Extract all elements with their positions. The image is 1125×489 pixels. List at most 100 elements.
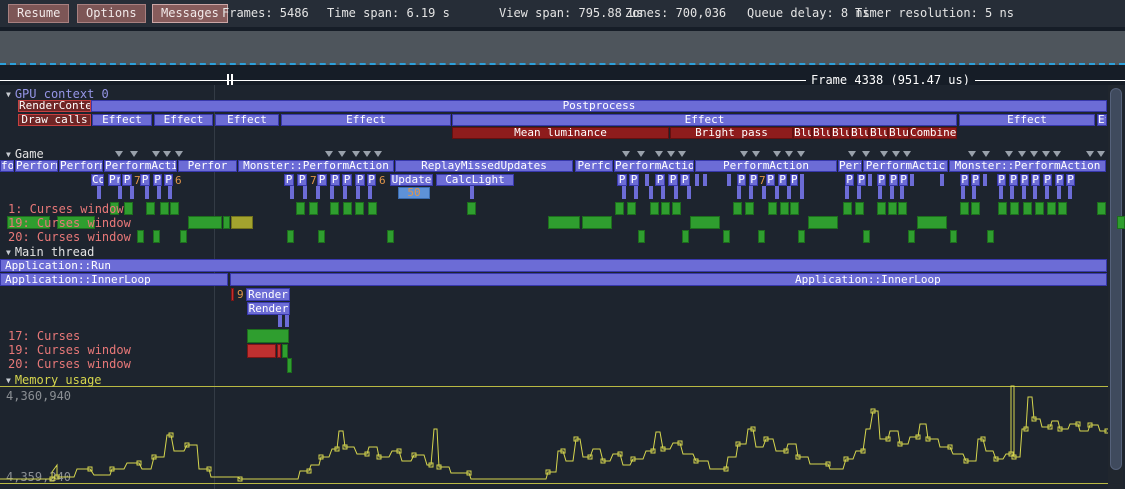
lock-event-bar[interactable] — [690, 216, 720, 229]
zone-bar[interactable]: Effect — [281, 114, 451, 126]
zone-bar[interactable]: P — [680, 174, 690, 186]
lock-event-bar[interactable] — [180, 230, 187, 243]
zone-bar[interactable]: P — [330, 174, 340, 186]
collapsed-zone-tick[interactable] — [910, 174, 914, 186]
lock-event-bar[interactable] — [582, 216, 612, 229]
lock-event-bar[interactable] — [790, 202, 799, 215]
lock-event-bar[interactable] — [723, 230, 730, 243]
collapsed-zone-tick[interactable] — [762, 186, 766, 199]
lock-contended-bar[interactable] — [231, 216, 253, 229]
lock-event-bar[interactable] — [998, 202, 1007, 215]
collapsed-zone-tick[interactable] — [622, 186, 626, 199]
lock-event-bar[interactable] — [368, 202, 377, 215]
zone-bar[interactable]: Postprocess — [91, 100, 1107, 112]
lock-event-bar[interactable] — [863, 230, 870, 243]
lock-event-bar[interactable] — [160, 202, 169, 215]
collapsed-count[interactable]: 7 — [310, 175, 317, 186]
zone-bar[interactable]: P — [284, 174, 294, 186]
collapsed-zone-tick[interactable] — [145, 186, 149, 199]
lock-event-bar[interactable] — [768, 202, 777, 215]
lock-event-bar[interactable] — [387, 230, 394, 243]
lock-event-bar[interactable] — [877, 202, 886, 215]
collapsed-zone-tick[interactable] — [97, 186, 101, 199]
collapsed-zone-tick[interactable] — [1010, 186, 1014, 199]
lock-event-bar[interactable] — [745, 202, 754, 215]
lock-event-bar[interactable] — [247, 329, 289, 343]
lock-event-bar[interactable] — [355, 202, 364, 215]
zone-bar[interactable]: PerformActio — [614, 160, 694, 172]
collapsed-zone-tick[interactable] — [800, 174, 804, 186]
zone-bar[interactable]: P — [668, 174, 678, 186]
collapsed-zone-tick[interactable] — [878, 186, 882, 199]
zone-bar[interactable]: P — [1009, 174, 1018, 186]
lock-blocked-bar[interactable] — [277, 344, 281, 358]
lock-event-bar[interactable] — [1047, 202, 1056, 215]
collapsed-zone-tick[interactable] — [972, 186, 976, 199]
thread-name-plate[interactable]: Draw calls — [18, 114, 91, 126]
lock-row-label[interactable]: 19: Curses window — [8, 217, 131, 229]
zone-bar[interactable]: Co — [91, 174, 104, 186]
collapsed-zone-tick[interactable] — [687, 186, 691, 199]
zone-bar[interactable]: P — [1020, 174, 1029, 186]
zone-bar[interactable]: P — [960, 174, 969, 186]
options-button[interactable]: Options — [77, 4, 146, 23]
zone-bar[interactable]: P — [153, 174, 162, 186]
thread-name-plate[interactable]: RenderConte — [18, 100, 91, 112]
lock-row-label[interactable]: 19: Curses window — [8, 344, 131, 356]
zone-bar[interactable]: P — [655, 174, 665, 186]
zone-bar[interactable]: Effect — [452, 114, 957, 126]
section-header-memory-usage[interactable]: ▼Memory usage — [6, 374, 102, 387]
collapsed-zone-tick[interactable] — [356, 186, 360, 199]
zone-bar[interactable] — [230, 273, 1107, 286]
collapsed-zone-tick[interactable] — [857, 186, 861, 199]
lock-event-bar[interactable] — [898, 202, 907, 215]
collapsed-zone-tick[interactable] — [470, 186, 474, 199]
section-header-game[interactable]: ▼Game — [6, 148, 44, 161]
lock-event-bar[interactable] — [188, 216, 222, 229]
lock-event-bar[interactable] — [287, 230, 294, 243]
lock-row-label[interactable]: 1: Curses window — [8, 203, 124, 215]
zone-bar[interactable]: Effect — [215, 114, 279, 126]
lock-event-bar[interactable] — [137, 230, 144, 243]
zone-bar[interactable]: P — [749, 174, 758, 186]
zone-bar[interactable]: Perfc — [838, 160, 862, 172]
zone-bar[interactable]: Effect — [959, 114, 1095, 126]
zone-bar[interactable]: Pr — [108, 174, 121, 186]
zone-bar[interactable]: Application::Run — [0, 259, 1107, 272]
zone-bar[interactable]: Render — [246, 288, 290, 301]
zone-bar[interactable]: P — [971, 174, 980, 186]
zone-bar[interactable]: Effect — [154, 114, 213, 126]
collapsed-zone-tick[interactable] — [727, 174, 731, 186]
lock-event-bar[interactable] — [888, 202, 897, 215]
collapsed-zone-tick[interactable] — [1045, 186, 1049, 199]
zone-bar[interactable]: P — [1055, 174, 1064, 186]
lock-event-bar[interactable] — [318, 230, 325, 243]
zone-bar[interactable]: Application::InnerLoop — [0, 273, 228, 286]
collapsed-zone-tick[interactable] — [800, 186, 804, 199]
collapsed-zone-tick[interactable] — [157, 186, 161, 199]
zone-bar[interactable]: P — [877, 174, 886, 186]
collapse-arrow-icon[interactable]: ▼ — [6, 90, 11, 99]
collapsed-zone-tick[interactable] — [868, 174, 872, 186]
lock-event-bar[interactable] — [843, 202, 852, 215]
lock-event-bar[interactable] — [1035, 202, 1044, 215]
lock-event-bar[interactable] — [1058, 202, 1067, 215]
collapsed-zone-tick[interactable] — [368, 186, 372, 199]
zone-bar[interactable]: fo — [0, 160, 14, 172]
collapsed-count[interactable]: 6 — [175, 175, 182, 186]
lock-event-bar[interactable] — [1010, 202, 1019, 215]
lock-event-bar[interactable] — [780, 202, 789, 215]
lock-blocked-bar[interactable] — [231, 288, 234, 301]
gpu-pass-zone[interactable]: Bright pass — [670, 127, 793, 139]
collapsed-zone-tick[interactable] — [661, 186, 665, 199]
collapsed-count[interactable]: 6 — [379, 175, 386, 186]
lock-event-bar[interactable] — [908, 230, 915, 243]
section-header-main-thread[interactable]: ▼Main thread — [6, 246, 94, 259]
zone-bar[interactable]: Effect — [92, 114, 152, 126]
zone-bar[interactable]: PerformAction — [695, 160, 837, 172]
lock-event-bar[interactable] — [638, 230, 645, 243]
collapsed-count[interactable]: 9 — [237, 289, 244, 300]
zone-bar[interactable]: Render — [247, 302, 290, 315]
messages-button[interactable]: Messages — [152, 4, 228, 23]
collapse-arrow-icon[interactable]: ▼ — [6, 248, 11, 257]
